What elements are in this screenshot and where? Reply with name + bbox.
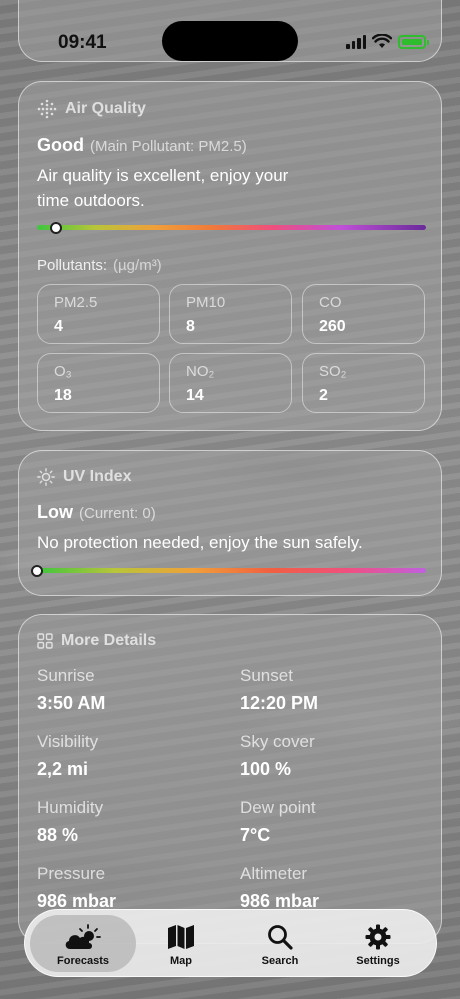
pollutant-name: PM2.5 <box>54 294 98 311</box>
detail-label: Visibility <box>37 732 99 751</box>
map-icon <box>168 925 194 949</box>
more-details-card: More Details Sunrise 3:50 AM Sunset 12:2… <box>18 614 442 944</box>
tab-label: Settings <box>356 955 400 967</box>
pollutant-tile-co: CO 260 <box>302 284 425 344</box>
uv-description: No protection needed, enjoy the sun safe… <box>37 533 363 552</box>
pollutants-label-text: Pollutants: <box>37 257 108 274</box>
air-quality-header: Air Quality <box>37 99 146 119</box>
battery-icon <box>398 34 429 49</box>
detail-label: Sunrise <box>37 666 95 685</box>
aq-description-line2: time outdoors. <box>37 191 145 210</box>
pollutant-value: 2 <box>319 387 328 404</box>
aq-main-pollutant: (Main Pollutant: PM2.5) <box>90 138 247 155</box>
uv-index-header: UV Index <box>37 468 131 486</box>
detail-label: Dew point <box>240 798 316 817</box>
search-icon <box>268 925 293 950</box>
status-time: 09:41 <box>58 32 107 53</box>
pollutant-tile-pm25: PM2.5 4 <box>37 284 160 344</box>
detail-humidity: Humidity 88 % <box>37 798 103 846</box>
detail-label: Sunset <box>240 666 293 685</box>
pollutant-name: CO <box>319 294 342 311</box>
tab-label: Map <box>170 955 192 967</box>
air-quality-card: Air Quality Good (Main Pollutant: PM2.5) … <box>18 81 442 431</box>
pollutant-name: PM10 <box>186 294 226 311</box>
uv-scale-bar <box>37 568 426 573</box>
uv-index-title: UV Index <box>63 468 132 485</box>
wifi-icon <box>372 34 392 48</box>
aq-description: Air quality is excellent, enjoy your tim… <box>37 163 288 213</box>
tab-label: Forecasts <box>57 955 109 967</box>
uv-index-card: UV Index Low (Current: 0) No protection n… <box>18 450 442 596</box>
detail-sunrise: Sunrise 3:50 AM <box>37 666 105 714</box>
detail-value: 88 % <box>37 825 79 845</box>
detail-sunset: Sunset 12:20 PM <box>240 666 318 714</box>
detail-pressure: Pressure 986 mbar <box>37 864 116 912</box>
pollutant-value: 4 <box>54 318 63 335</box>
aq-scale-indicator <box>50 222 63 234</box>
uv-level: Low <box>37 502 73 522</box>
pollutant-value: 14 <box>186 387 204 404</box>
detail-label: Sky cover <box>240 732 315 751</box>
aq-level-line: Good (Main Pollutant: PM2.5) <box>37 135 247 156</box>
cloud-sun-icon <box>65 924 101 949</box>
cellular-signal-icon <box>346 34 366 49</box>
tab-search[interactable]: Search <box>227 915 333 972</box>
air-quality-title: Air Quality <box>65 100 146 117</box>
tab-forecasts[interactable]: Forecasts <box>30 915 136 972</box>
gear-icon <box>365 924 391 950</box>
uv-level-line: Low (Current: 0) <box>37 502 156 523</box>
detail-sky-cover: Sky cover 100 % <box>240 732 315 780</box>
air-dots-icon <box>37 99 57 119</box>
detail-dew-point: Dew point 7°C <box>240 798 316 846</box>
detail-value: 12:20 PM <box>240 693 319 713</box>
aq-scale-bar <box>37 225 426 230</box>
uv-current: (Current: 0) <box>79 505 156 522</box>
tab-map[interactable]: Map <box>128 915 234 972</box>
status-icons <box>346 34 429 49</box>
tab-label: Search <box>261 955 299 967</box>
pollutant-value: 18 <box>54 387 72 404</box>
detail-visibility: Visibility 2,2 mi <box>37 732 98 780</box>
pollutant-name: NO₂ <box>186 363 215 380</box>
detail-value: 2,2 mi <box>37 759 89 779</box>
sun-icon <box>37 468 55 486</box>
pollutants-unit: (µg/m³) <box>113 257 162 274</box>
detail-value: 100 % <box>240 759 292 779</box>
detail-label: Altimeter <box>240 864 308 883</box>
detail-value: 3:50 AM <box>37 693 106 713</box>
pollutant-name: O₃ <box>54 363 72 380</box>
more-details-title: More Details <box>61 632 157 649</box>
uv-scale-indicator <box>31 565 43 577</box>
tab-settings[interactable]: Settings <box>325 915 431 972</box>
pollutant-tile-so2: SO₂ 2 <box>302 353 425 413</box>
pollutant-tile-o3: O₃ 18 <box>37 353 160 413</box>
dynamic-island <box>162 21 298 61</box>
aq-level: Good <box>37 135 84 155</box>
pollutants-label: Pollutants: (µg/m³) <box>37 257 162 274</box>
pollutant-value: 8 <box>186 318 195 335</box>
pollutant-value: 260 <box>319 318 346 335</box>
detail-altimeter: Altimeter 986 mbar <box>240 864 319 912</box>
detail-label: Humidity <box>37 798 104 817</box>
tab-bar: Forecasts Map Search Settings <box>24 909 437 977</box>
more-details-header: More Details <box>37 632 156 650</box>
pollutant-tile-pm10: PM10 8 <box>169 284 292 344</box>
pollutant-name: SO₂ <box>319 363 347 380</box>
aq-description-line1: Air quality is excellent, enjoy your <box>37 166 289 185</box>
detail-label: Pressure <box>37 864 106 883</box>
detail-value: 7°C <box>240 825 271 845</box>
grid-icon <box>37 633 53 649</box>
pollutant-tile-no2: NO₂ 14 <box>169 353 292 413</box>
